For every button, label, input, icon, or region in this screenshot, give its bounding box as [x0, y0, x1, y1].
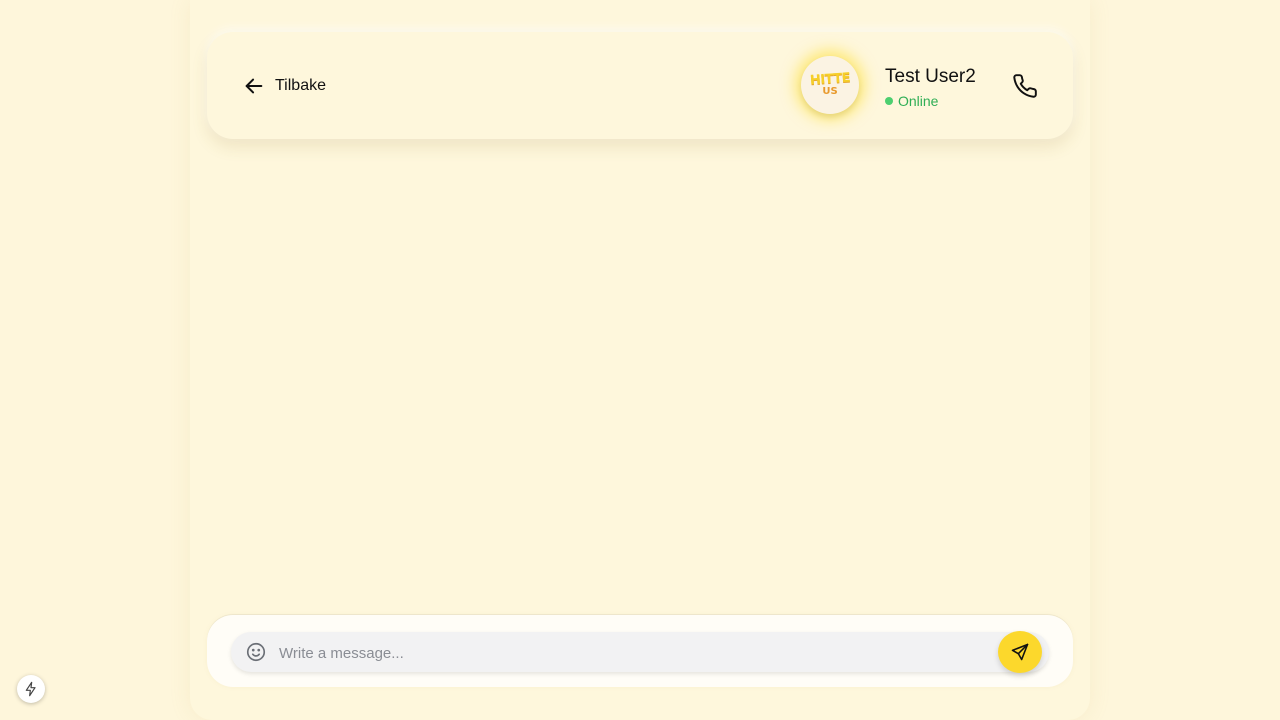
contact-name: Test User2 [885, 66, 976, 87]
status-label: Online [898, 93, 939, 109]
logo-text-bottom: US [822, 86, 838, 97]
message-input[interactable] [277, 637, 981, 669]
online-dot-icon [885, 97, 893, 105]
devtools-badge[interactable] [17, 675, 45, 703]
chat-header: Tilbake HITTE US Test User2 Online [207, 32, 1073, 139]
send-icon [1010, 642, 1030, 662]
emoji-button[interactable] [245, 641, 267, 663]
lightning-bolt-icon [23, 681, 39, 697]
chat-panel: Tilbake HITTE US Test User2 Online [190, 0, 1090, 720]
logo-text-top: HITTE [809, 70, 851, 89]
arrow-left-icon [243, 75, 265, 97]
back-label: Tilbake [275, 77, 326, 94]
message-list[interactable] [207, 150, 1073, 605]
contact-avatar[interactable]: HITTE US [801, 56, 859, 114]
call-button[interactable] [1011, 72, 1039, 100]
message-composer [207, 615, 1073, 687]
composer-field [231, 631, 1049, 673]
back-button[interactable]: Tilbake [243, 72, 326, 100]
brand-logo: HITTE US [809, 70, 851, 97]
send-button[interactable] [998, 631, 1042, 673]
smiley-icon [245, 641, 267, 663]
presence-status: Online [885, 93, 938, 109]
phone-icon [1012, 73, 1038, 99]
